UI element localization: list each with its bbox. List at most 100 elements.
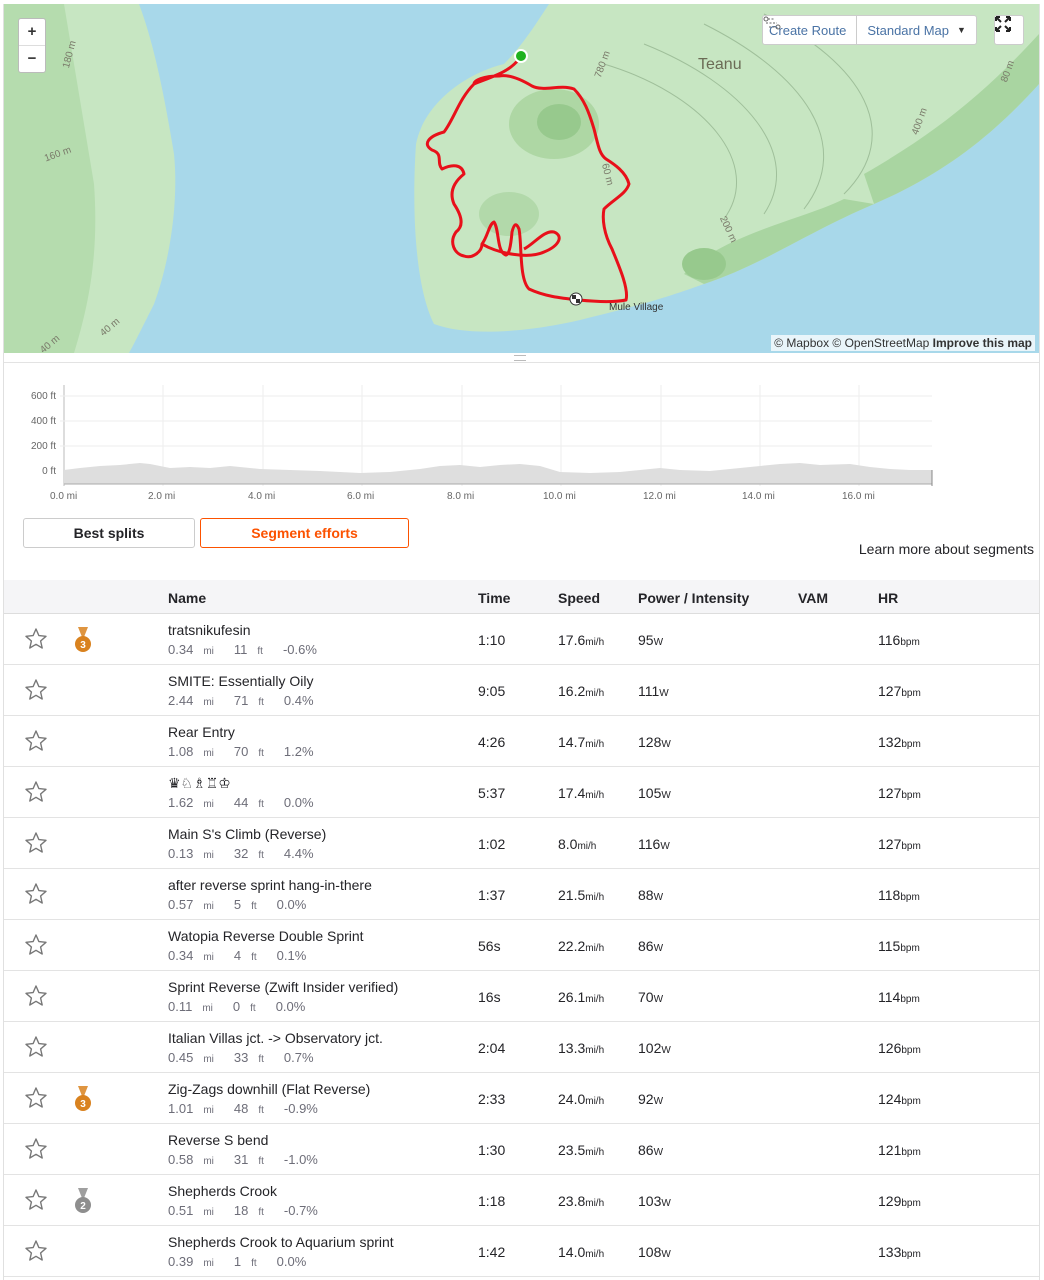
divider [4,362,1039,363]
segment-elevation: 5 ft [233,897,257,912]
segment-name[interactable]: Italian Villas jct. -> Observatory jct. [168,1030,383,1046]
segment-speed: 23.8mi/h [558,1193,605,1209]
x-tick: 14.0 mi [742,491,775,502]
segment-name[interactable]: SMITE: Essentially Oily [168,673,313,689]
segment-row[interactable]: ♛♘♗♖♔ 1.62 mi 44 ft 0.0% 5:37 17.4mi/h 105W 127bp… [4,767,1039,818]
resize-handle[interactable] [514,355,526,361]
segment-power: 108W [638,1244,671,1260]
improve-map-link[interactable]: Improve this map [933,336,1032,350]
header-time[interactable]: Time [478,590,510,606]
fullscreen-button[interactable] [994,15,1024,45]
segment-power: 102W [638,1040,671,1056]
segment-grade: 1.2% [283,744,314,759]
star-icon[interactable] [24,1035,48,1059]
segment-hr: 121bpm [878,1142,921,1158]
segment-name[interactable]: Rear Entry [168,724,235,740]
segment-power: 70W [638,989,664,1005]
segment-name[interactable]: Shepherds Crook [168,1183,277,1199]
zoom-in-button[interactable]: + [19,19,45,46]
segment-name[interactable]: Shepherds Crook to Aquarium sprint [168,1234,394,1250]
segment-row[interactable]: Shepherds Crook to Aquarium sprint 0.39 mi… [4,1226,1039,1277]
star-icon[interactable] [24,984,48,1008]
segment-name[interactable]: Main S's Climb (Reverse) [168,826,326,842]
map-type-dropdown[interactable]: Standard Map ▼ [856,16,976,44]
segment-grade: 0.4% [283,693,314,708]
zoom-out-button[interactable]: − [19,46,45,73]
segment-row[interactable]: Main S's Climb (Reverse) 0.13 mi 32 ft 4.4% 1:… [4,818,1039,869]
segment-stats: 1.08 mi 70 ft 1.2% [168,744,324,759]
segment-row[interactable]: after reverse sprint hang-in-there 0.57 mi… [4,869,1039,920]
segment-name[interactable]: tratsnikufesin [168,622,250,638]
route-map[interactable]: + − Create Route Standard Map ▼ Teanu Mu… [4,4,1039,353]
segment-row[interactable]: Italian Villas jct. -> Observatory jct. 0… [4,1022,1039,1073]
header-name[interactable]: Name [168,590,206,606]
segment-row[interactable]: Rear Entry 1.08 mi 70 ft 1.2% 4:26 14.7mi/h 128W… [4,716,1039,767]
zoom-control[interactable]: + − [18,18,46,73]
header-vam[interactable]: VAM [798,590,828,606]
y-tick: 400 ft [30,416,56,427]
segment-elevation: 0 ft [232,999,256,1014]
segment-power: 128W [638,734,671,750]
segment-speed: 13.3mi/h [558,1040,605,1056]
segment-distance: 0.39 mi [168,1254,214,1269]
best-splits-tab[interactable]: Best splits [23,518,195,548]
x-tick: 8.0 mi [447,491,475,502]
star-icon[interactable] [24,831,48,855]
segment-hr: 126bpm [878,1040,921,1056]
segment-stats: 0.11 mi 0 ft 0.0% [168,999,315,1014]
star-icon[interactable] [24,1239,48,1263]
segment-stats: 0.13 mi 32 ft 4.4% [168,846,324,861]
star-icon[interactable] [24,1188,48,1212]
header-power[interactable]: Power / Intensity [638,590,749,606]
segment-name[interactable]: Watopia Reverse Double Sprint [168,928,364,944]
route-icon [763,16,781,30]
segment-name[interactable]: Sprint Reverse (Zwift Insider verified) [168,979,398,995]
star-icon[interactable] [24,1137,48,1161]
segment-grade: 0.1% [276,948,307,963]
segment-grade: 0.7% [283,1050,314,1065]
segment-name[interactable]: after reverse sprint hang-in-there [168,877,372,893]
segment-row[interactable]: 3 Zig-Zags downhill (Flat Reverse) 1.01 mi 4… [4,1073,1039,1124]
caret-down-icon: ▼ [957,25,966,35]
star-icon[interactable] [24,933,48,957]
segment-speed: 23.5mi/h [558,1142,605,1158]
star-icon[interactable] [24,1086,48,1110]
segment-time: 2:33 [478,1091,506,1107]
header-hr[interactable]: HR [878,590,898,606]
star-icon[interactable] [24,780,48,804]
segment-row[interactable]: Reverse S bend 0.58 mi 31 ft -1.0% 1:30 23.5mi/… [4,1124,1039,1175]
map-canvas[interactable] [4,4,1039,353]
segment-elevation: 1 ft [233,1254,257,1269]
segment-name[interactable]: ♛♘♗♖♔ [168,775,231,792]
star-icon[interactable] [24,678,48,702]
segment-name[interactable]: Reverse S bend [168,1132,268,1148]
segment-speed: 21.5mi/h [558,887,605,903]
segment-row[interactable]: Watopia Reverse Double Sprint 0.34 mi 4 ft 0.… [4,920,1039,971]
place-label-village: Mule Village [609,302,664,313]
segment-stats: 0.34 mi 11 ft -0.6% [168,642,327,657]
segment-elevation: 71 ft [233,693,264,708]
elevation-profile[interactable]: 600 ft 400 ft 200 ft 0 ft 0.0 mi 2.0 mi … [0,380,1044,510]
header-speed[interactable]: Speed [558,590,600,606]
x-tick: 16.0 mi [842,491,875,502]
segment-speed: 8.0mi/h [558,836,597,852]
segment-stats: 0.51 mi 18 ft -0.7% [168,1203,328,1218]
segment-row[interactable]: 3 tratsnikufesin 0.34 mi 11 ft -0.6% 1:10 17.6mi… [4,614,1039,665]
segment-name[interactable]: Zig-Zags downhill (Flat Reverse) [168,1081,370,1097]
segment-elevation: 32 ft [233,846,264,861]
segment-row[interactable]: SMITE: Essentially Oily 2.44 mi 71 ft 0.4% 9:0… [4,665,1039,716]
segment-grade: 0.0% [276,897,307,912]
star-icon[interactable] [24,882,48,906]
segment-hr: 133bpm [878,1244,921,1260]
star-icon[interactable] [24,627,48,651]
segment-time: 4:26 [478,734,506,750]
segment-row[interactable]: 2 Shepherds Crook 0.51 mi 18 ft -0.7% 1:18 23.8m… [4,1175,1039,1226]
segment-efforts-tab[interactable]: Segment efforts [200,518,409,548]
x-tick: 10.0 mi [543,491,576,502]
segment-power: 116W [638,836,670,852]
learn-more-link[interactable]: Learn more about segments [859,541,1034,557]
segment-row[interactable]: Sprint Reverse (Zwift Insider verified) 0… [4,971,1039,1022]
create-route-button[interactable]: Create Route [763,16,856,44]
star-icon[interactable] [24,729,48,753]
segment-hr: 129bpm [878,1193,921,1209]
